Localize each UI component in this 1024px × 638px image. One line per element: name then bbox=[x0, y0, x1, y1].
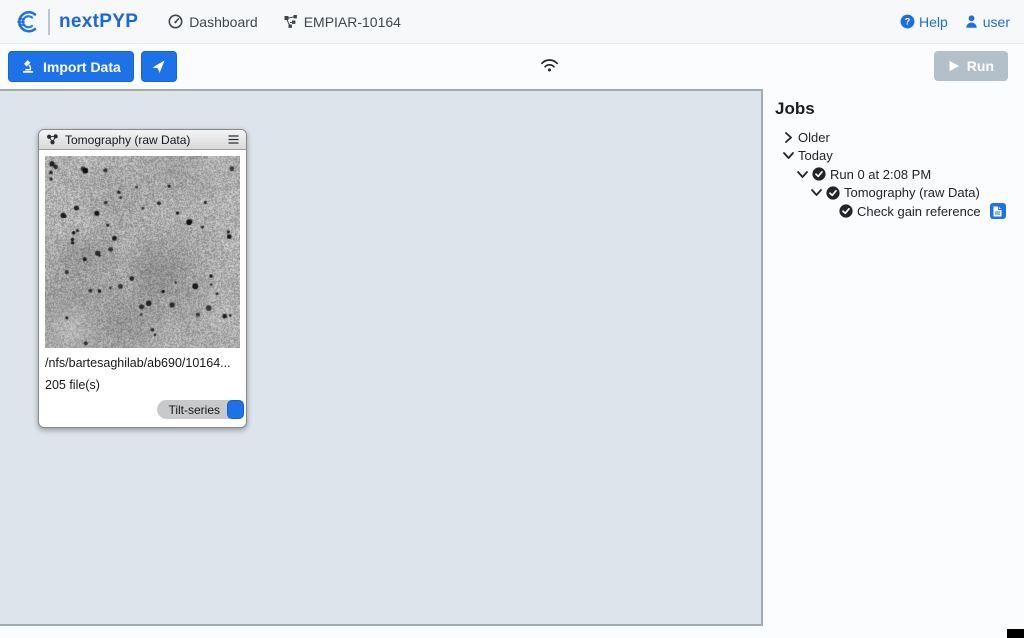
breadcrumb: Dashboard EMPIAR-10164 bbox=[168, 14, 401, 30]
top-right-links: ? Help user bbox=[900, 14, 1010, 30]
jobs-tree-item-run0[interactable]: Run 0 at 2:08 PM bbox=[773, 165, 1024, 184]
check-circle-icon bbox=[812, 167, 826, 181]
card-header-drag-handle[interactable]: Tomography (raw Data) bbox=[39, 130, 246, 150]
jobs-panel: Jobs Older Today Run 0 at 2:08 PM Tomogr… bbox=[763, 89, 1024, 638]
import-data-button[interactable]: Import Data bbox=[8, 51, 134, 82]
card-body: /nfs/bartesaghilab/ab690/10164... 205 fi… bbox=[39, 150, 246, 427]
jobs-tree-item-older[interactable]: Older bbox=[773, 128, 1024, 147]
run-button[interactable]: Run bbox=[934, 51, 1008, 81]
nav-item-dashboard[interactable]: Dashboard bbox=[168, 14, 258, 30]
help-label: Help bbox=[919, 14, 948, 30]
tilt-series-label: Tilt-series bbox=[168, 403, 220, 417]
tree-item-label: Tomography (raw Data) bbox=[844, 185, 980, 200]
brand-name: nextPYP bbox=[59, 11, 138, 33]
svg-text:?: ? bbox=[905, 17, 911, 27]
check-circle-icon bbox=[826, 186, 840, 200]
log-file-badge[interactable] bbox=[990, 203, 1006, 219]
chevron-right-icon[interactable] bbox=[783, 132, 794, 143]
micrograph-preview-image bbox=[45, 156, 240, 348]
file-count-text: 205 file(s) bbox=[45, 378, 240, 392]
tree-item-label: Older bbox=[798, 130, 830, 145]
top-navigation-bar: nextPYP Dashboard bbox=[0, 0, 1024, 44]
jobs-tree-item-tomography[interactable]: Tomography (raw Data) bbox=[773, 184, 1024, 203]
import-data-label: Import Data bbox=[43, 59, 121, 75]
location-arrow-icon bbox=[151, 59, 166, 74]
project-canvas[interactable]: Tomography (raw Data) /nfs/bartesaghilab… bbox=[0, 89, 763, 626]
tree-item-label: Today bbox=[798, 148, 833, 163]
nav-item-label: Dashboard bbox=[189, 14, 258, 30]
data-path-text: /nfs/bartesaghilab/ab690/10164... bbox=[45, 356, 240, 370]
user-label: user bbox=[983, 14, 1010, 30]
user-menu[interactable]: user bbox=[964, 14, 1010, 30]
jobs-tree-item-check-gain[interactable]: Check gain reference bbox=[773, 202, 1024, 221]
navigate-button[interactable] bbox=[141, 51, 177, 82]
help-link[interactable]: ? Help bbox=[900, 14, 948, 30]
dashboard-gauge-icon bbox=[168, 14, 183, 29]
jobs-tree-item-today[interactable]: Today bbox=[773, 147, 1024, 166]
run-label: Run bbox=[967, 58, 994, 74]
chevron-down-icon[interactable] bbox=[783, 150, 794, 161]
card-menu-icon[interactable] bbox=[228, 135, 239, 144]
connection-status-icon bbox=[540, 57, 559, 73]
card-title: Tomography (raw Data) bbox=[65, 133, 222, 147]
nav-item-label: EMPIAR-10164 bbox=[304, 14, 401, 30]
nextpyp-logo[interactable]: nextPYP bbox=[14, 8, 138, 35]
tree-item-label: Run 0 at 2:08 PM bbox=[830, 167, 931, 182]
user-icon bbox=[964, 14, 979, 29]
tilt-series-toggle[interactable]: Tilt-series bbox=[157, 400, 244, 419]
swirl-logo-icon bbox=[14, 8, 41, 35]
project-toolbar: Import Data Run bbox=[0, 44, 1024, 89]
play-icon bbox=[948, 60, 960, 72]
chevron-down-icon[interactable] bbox=[811, 187, 822, 198]
jobs-title: Jobs bbox=[775, 99, 1024, 119]
microscope-icon bbox=[21, 59, 36, 74]
scrollbar-corner bbox=[1007, 629, 1024, 638]
toggle-knob[interactable] bbox=[227, 400, 244, 419]
tree-item-label: Check gain reference bbox=[857, 204, 981, 219]
brand-divider bbox=[48, 9, 50, 35]
chevron-down-icon[interactable] bbox=[797, 169, 808, 180]
check-circle-icon bbox=[839, 204, 853, 218]
help-icon: ? bbox=[900, 14, 915, 29]
cluster-icon bbox=[46, 133, 59, 146]
tomography-block-card[interactable]: Tomography (raw Data) /nfs/bartesaghilab… bbox=[38, 129, 247, 428]
project-sitemap-icon bbox=[284, 15, 298, 29]
badge-row: Tilt-series bbox=[45, 400, 244, 419]
nav-item-project[interactable]: EMPIAR-10164 bbox=[284, 14, 401, 30]
